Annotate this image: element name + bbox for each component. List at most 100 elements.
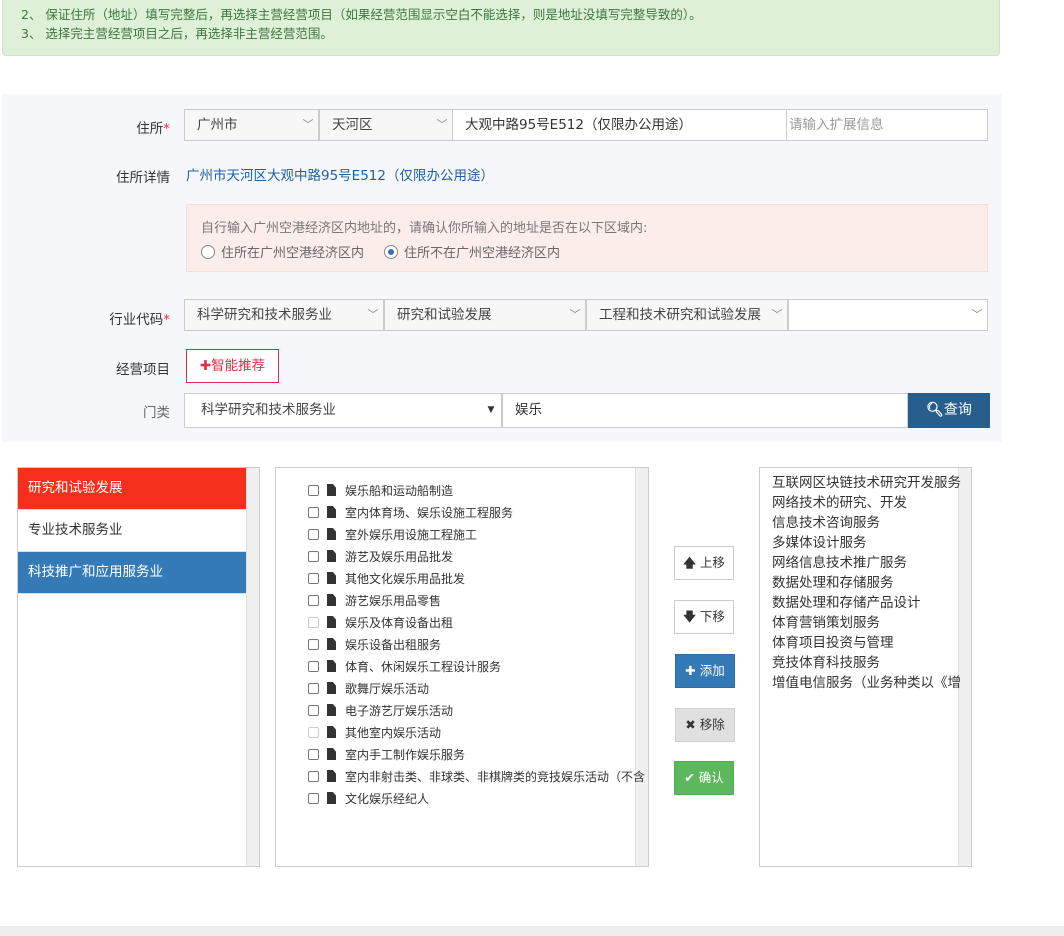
checkbox[interactable] bbox=[308, 638, 319, 650]
list-item[interactable]: 游艺娱乐用品零售 bbox=[308, 589, 441, 611]
list-item[interactable]: 室内非射击类、非球类、非棋牌类的竞技娱乐活动（不含 bbox=[308, 765, 645, 787]
caret-down-icon: ▼ bbox=[487, 405, 495, 415]
selected-item[interactable]: 数据处理和存储产品设计 bbox=[772, 593, 921, 613]
remove-button[interactable]: ✖ 移除 bbox=[675, 708, 735, 742]
list-item-label: 娱乐及体育设备出租 bbox=[345, 615, 454, 630]
list-item[interactable]: 歌舞厅娱乐活动 bbox=[308, 677, 429, 699]
file-icon bbox=[327, 660, 336, 672]
selected-item[interactable]: 数据处理和存储服务 bbox=[772, 573, 894, 593]
list-item[interactable]: 体育、休闲娱乐工程设计服务 bbox=[308, 655, 501, 677]
street-address-input[interactable]: 大观中路95号E512（仅限办公用途） bbox=[452, 109, 788, 141]
close-icon: ✖ bbox=[685, 717, 696, 732]
checkbox[interactable] bbox=[308, 770, 319, 782]
radio-inside-zone[interactable]: 住所在广州空港经济区内 bbox=[201, 242, 364, 261]
checkbox[interactable] bbox=[308, 550, 319, 562]
checkbox[interactable] bbox=[308, 506, 319, 518]
industry-level1-select[interactable]: 科学研究和技术服务业 ﹀ bbox=[184, 299, 384, 331]
list-item-label: 室内非射击类、非球类、非棋牌类的竞技娱乐活动（不含 bbox=[345, 769, 646, 784]
category-list-panel: 研究和试验发展 专业技术服务业 科技推广和应用服务业 bbox=[17, 467, 260, 867]
list-item[interactable]: 室外娱乐用设施工程施工 bbox=[308, 523, 477, 545]
list-item-label: 娱乐设备出租服务 bbox=[345, 637, 442, 652]
address-extension-input[interactable] bbox=[786, 109, 988, 141]
checkbox[interactable] bbox=[308, 682, 319, 694]
selected-item[interactable]: 多媒体设计服务 bbox=[772, 533, 867, 553]
checkbox[interactable] bbox=[308, 572, 319, 584]
category-select[interactable]: 科学研究和技术服务业 ▼ bbox=[184, 393, 502, 428]
file-icon bbox=[327, 594, 336, 606]
move-up-button[interactable]: 🡅 上移 bbox=[674, 546, 734, 580]
category-label: 门类 bbox=[143, 405, 170, 421]
list-item[interactable]: 室内体育场、娱乐设施工程服务 bbox=[308, 501, 513, 523]
list-item-label: 体育、休闲娱乐工程设计服务 bbox=[345, 659, 502, 674]
category-item-professional[interactable]: 专业技术服务业 bbox=[18, 510, 259, 552]
list-item-label: 游艺娱乐用品零售 bbox=[345, 593, 442, 608]
selected-item[interactable]: 增值电信服务（业务种类以《增 bbox=[772, 673, 961, 693]
list-item[interactable]: 娱乐及体育设备出租 bbox=[308, 611, 453, 633]
instructions-notice: 2、 保证住所（地址）填写完整后，再选择主营经营项目（如果经营范围显示空白不能选… bbox=[2, 0, 1000, 56]
arrow-up-icon: 🡅 bbox=[683, 555, 696, 570]
file-icon bbox=[327, 682, 336, 694]
list-item[interactable]: 文化娱乐经纪人 bbox=[308, 787, 429, 809]
file-icon bbox=[327, 748, 336, 760]
business-scope-label: 经营项目 bbox=[116, 362, 170, 378]
airport-zone-alert: 自行输入广州空港经济区内地址的，请确认你所输入的地址是否在以下区域内: 住所在广… bbox=[186, 204, 988, 272]
list-item[interactable]: 游艺及娱乐用品批发 bbox=[308, 545, 453, 567]
category-item-research[interactable]: 研究和试验发展 bbox=[18, 468, 259, 510]
checkbox[interactable] bbox=[308, 528, 319, 540]
file-icon bbox=[327, 616, 336, 628]
list-item[interactable]: 室内手工制作娱乐服务 bbox=[308, 743, 465, 765]
list-item[interactable]: 其他室内娱乐活动 bbox=[308, 721, 441, 743]
airport-zone-options: 住所在广州空港经济区内 住所不在广州空港经济区内 bbox=[201, 242, 987, 261]
search-icon: 🔍︎ bbox=[926, 402, 944, 418]
selected-item[interactable]: 体育项目投资与管理 bbox=[772, 633, 894, 653]
chevron-down-icon: ﹀ bbox=[971, 308, 983, 321]
list-item-label: 其他文化娱乐用品批发 bbox=[345, 571, 466, 586]
industry-level3-select[interactable]: 工程和技术研究和试验发展 ﹀ bbox=[586, 299, 788, 331]
list-item[interactable]: 娱乐设备出租服务 bbox=[308, 633, 441, 655]
business-item-panel: 娱乐船和运动船制造室内体育场、娱乐设施工程服务 室外娱乐用设施工程施工 游艺及娱乐用… bbox=[275, 467, 649, 867]
selected-item[interactable]: 网络信息技术推广服务 bbox=[772, 553, 907, 573]
category-item-promotion[interactable]: 科技推广和应用服务业 bbox=[18, 552, 259, 594]
checkbox[interactable] bbox=[308, 660, 319, 672]
confirm-button[interactable]: ✔ 确认 bbox=[674, 761, 734, 795]
scrollbar[interactable] bbox=[246, 468, 259, 866]
industry-level4-select[interactable]: ﹀ bbox=[788, 299, 988, 331]
selected-item[interactable]: 信息技术咨询服务 bbox=[772, 513, 880, 533]
move-down-button[interactable]: 🡇 下移 bbox=[674, 600, 734, 634]
file-icon bbox=[327, 484, 336, 496]
check-icon: ✔ bbox=[684, 770, 695, 785]
file-icon bbox=[327, 726, 336, 738]
list-item[interactable]: 娱乐船和运动船制造 bbox=[308, 479, 453, 501]
address-label: 住所* bbox=[136, 121, 170, 137]
selected-item[interactable]: 竞技体育科技服务 bbox=[772, 653, 880, 673]
list-item[interactable]: 其他文化娱乐用品批发 bbox=[308, 567, 465, 589]
selected-item[interactable]: 互联网区块链技术研究开发服务 bbox=[772, 473, 961, 493]
chevron-down-icon: ﹀ bbox=[771, 308, 783, 321]
district-select[interactable]: 天河区 ﹀ bbox=[319, 109, 453, 141]
city-select[interactable]: 广州市 ﹀ bbox=[184, 109, 319, 141]
list-item-label: 其他室内娱乐活动 bbox=[345, 725, 442, 740]
list-item-label: 娱乐船和运动船制造 bbox=[345, 483, 454, 498]
address-detail-value: 广州市天河区大观中路95号E512（仅限办公用途） bbox=[186, 168, 494, 184]
selected-item[interactable]: 体育营销策划服务 bbox=[772, 613, 880, 633]
scrollbar[interactable] bbox=[635, 468, 648, 866]
checkbox[interactable] bbox=[308, 792, 319, 804]
checkbox[interactable] bbox=[308, 594, 319, 606]
file-icon bbox=[327, 506, 336, 518]
scrollbar[interactable] bbox=[958, 468, 971, 866]
checkbox[interactable] bbox=[308, 704, 319, 716]
airport-zone-prompt: 自行输入广州空港经济区内地址的，请确认你所输入的地址是否在以下区域内: bbox=[201, 221, 648, 236]
query-button[interactable]: 🔍︎查询 bbox=[908, 393, 990, 428]
list-item[interactable]: 电子游艺厅娱乐活动 bbox=[308, 699, 453, 721]
smart-recommend-button[interactable]: ✚智能推荐 bbox=[186, 349, 279, 383]
checkbox[interactable] bbox=[308, 484, 319, 496]
selected-item[interactable]: 网络技术的研究、开发 bbox=[772, 493, 907, 513]
radio-outside-zone[interactable]: 住所不在广州空港经济区内 bbox=[384, 242, 560, 261]
address-detail-label: 住所详情 bbox=[116, 170, 170, 186]
checkbox[interactable] bbox=[308, 748, 319, 760]
business-search-input[interactable]: 娱乐 bbox=[502, 393, 908, 428]
add-button[interactable]: ✚ 添加 bbox=[675, 654, 735, 688]
industry-level2-select[interactable]: 研究和试验发展 ﹀ bbox=[384, 299, 586, 331]
notice-line-2: 2、 保证住所（地址）填写完整后，再选择主营经营项目（如果经营范围显示空白不能选… bbox=[21, 7, 702, 22]
file-icon bbox=[327, 792, 336, 804]
